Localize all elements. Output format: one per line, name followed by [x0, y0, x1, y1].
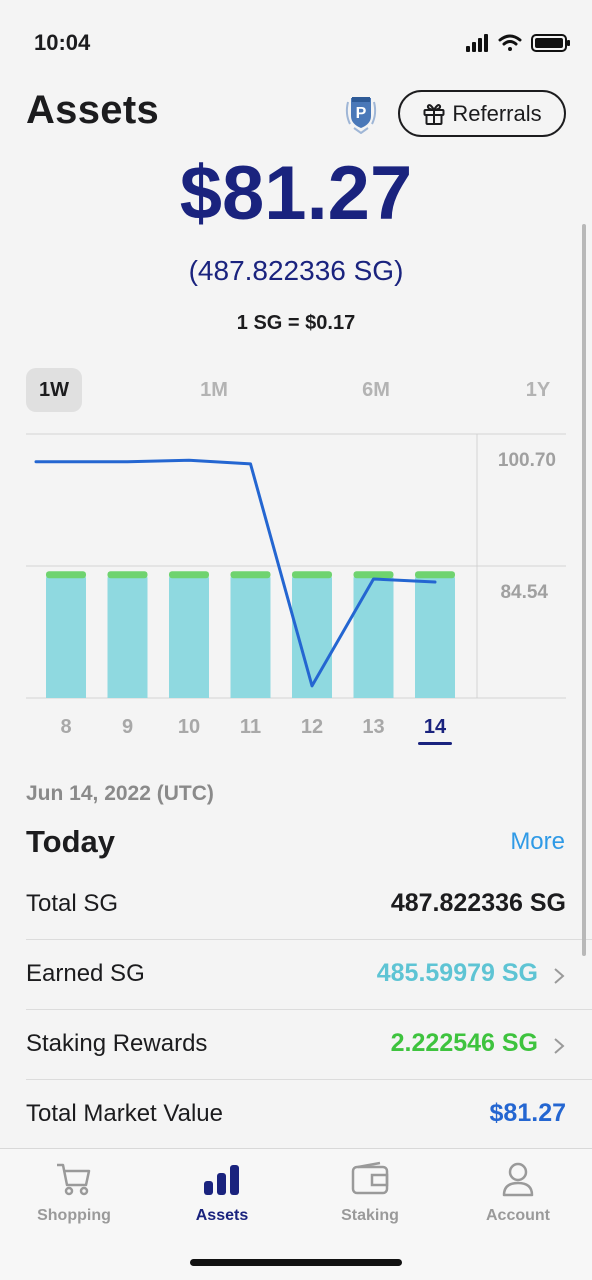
row-total-market-value: Total Market Value $81.27: [0, 1080, 592, 1150]
chevron-right-icon: [554, 968, 565, 984]
x-tick-label[interactable]: 14: [424, 716, 447, 738]
range-tab-1w[interactable]: 1W: [26, 368, 82, 412]
exchange-rate: 1 SG = $0.17: [236, 312, 356, 334]
chart-bar-cap: [292, 571, 332, 579]
member-badge-icon[interactable]: P: [342, 94, 380, 134]
tab-label: Shopping: [37, 1207, 111, 1224]
signal-icon: [466, 34, 488, 52]
row-label: Total SG: [26, 890, 119, 917]
status-icons: [466, 34, 570, 52]
page-title: Assets: [26, 88, 159, 132]
x-tick-label[interactable]: 8: [60, 716, 71, 738]
date-label: Jun 14, 2022 (UTC): [26, 782, 214, 805]
tab-assets[interactable]: Assets: [148, 1149, 296, 1239]
chart-bar-cap: [107, 571, 148, 579]
cart-icon: [57, 1163, 91, 1196]
row-value: $81.27: [489, 1099, 566, 1127]
chart-bar[interactable]: [353, 577, 394, 698]
chart-bar[interactable]: [46, 577, 86, 698]
chart-bar[interactable]: [230, 577, 271, 698]
y-tick-label: 100.70: [498, 450, 556, 471]
gift-icon: [423, 103, 445, 125]
referrals-button[interactable]: Referrals: [398, 90, 566, 137]
row-staking-rewards[interactable]: Staking Rewards 2.222546 SG: [0, 1010, 592, 1080]
tab-account[interactable]: Account: [444, 1149, 592, 1239]
chart-bar-cap: [46, 571, 86, 579]
svg-text:P: P: [356, 105, 367, 122]
chart-bar[interactable]: [169, 577, 209, 698]
row-label: Staking Rewards: [26, 1030, 208, 1057]
status-bar: 10:04: [0, 0, 592, 88]
row-label: Total Market Value: [26, 1100, 223, 1127]
person-icon: [502, 1162, 534, 1197]
selected-day-underline: [418, 742, 452, 745]
x-tick-label[interactable]: 12: [301, 716, 323, 738]
today-title: Today: [26, 824, 115, 859]
row-value: 2.222546 SG: [390, 1029, 538, 1057]
chart-bar[interactable]: [415, 577, 455, 698]
chart-bar-cap: [230, 571, 271, 579]
chart-bar-cap: [353, 571, 394, 579]
bar-chart-icon: [204, 1165, 239, 1195]
y-tick-label: 84.54: [500, 582, 548, 603]
row-value: 485.59979 SG: [376, 959, 538, 987]
x-tick-label[interactable]: 11: [240, 716, 261, 738]
x-tick-label[interactable]: 13: [362, 716, 384, 738]
tab-shopping[interactable]: Shopping: [0, 1149, 148, 1239]
row-value: 487.822336 SG: [390, 889, 566, 917]
tab-label: Account: [486, 1207, 550, 1224]
status-time: 10:04: [34, 30, 91, 55]
chart-bar-cap: [169, 571, 209, 579]
x-tick-label[interactable]: 10: [178, 716, 200, 738]
battery-icon: [531, 34, 570, 52]
chart-bar-cap: [415, 571, 455, 579]
balance-sg: (487.822336 SG): [188, 255, 404, 286]
row-total-sg: Total SG 487.822336 SG: [0, 870, 592, 940]
chart-bar[interactable]: [107, 577, 148, 698]
home-indicator: [190, 1259, 402, 1266]
row-label: Earned SG: [26, 960, 145, 987]
wifi-icon: [498, 34, 522, 51]
tab-label: Staking: [341, 1207, 399, 1224]
tab-staking[interactable]: Staking: [296, 1149, 444, 1239]
chevron-right-icon: [554, 1038, 565, 1054]
x-tick-label[interactable]: 9: [122, 716, 133, 738]
range-tab-6m[interactable]: 6M: [348, 368, 404, 412]
range-tab-1y[interactable]: 1Y: [510, 368, 566, 412]
referrals-label: Referrals: [452, 100, 542, 126]
scrollbar[interactable]: [582, 224, 586, 956]
range-tab-1m[interactable]: 1M: [186, 368, 242, 412]
more-link[interactable]: More: [510, 828, 565, 856]
asset-chart[interactable]: 100.70 84.54 8 9 10 11 12 13 14: [0, 420, 592, 760]
balance-usd: $81.27: [179, 151, 413, 236]
row-earned-sg[interactable]: Earned SG 485.59979 SG: [0, 940, 592, 1010]
tab-label: Assets: [195, 1207, 249, 1224]
wallet-icon: [351, 1161, 389, 1195]
